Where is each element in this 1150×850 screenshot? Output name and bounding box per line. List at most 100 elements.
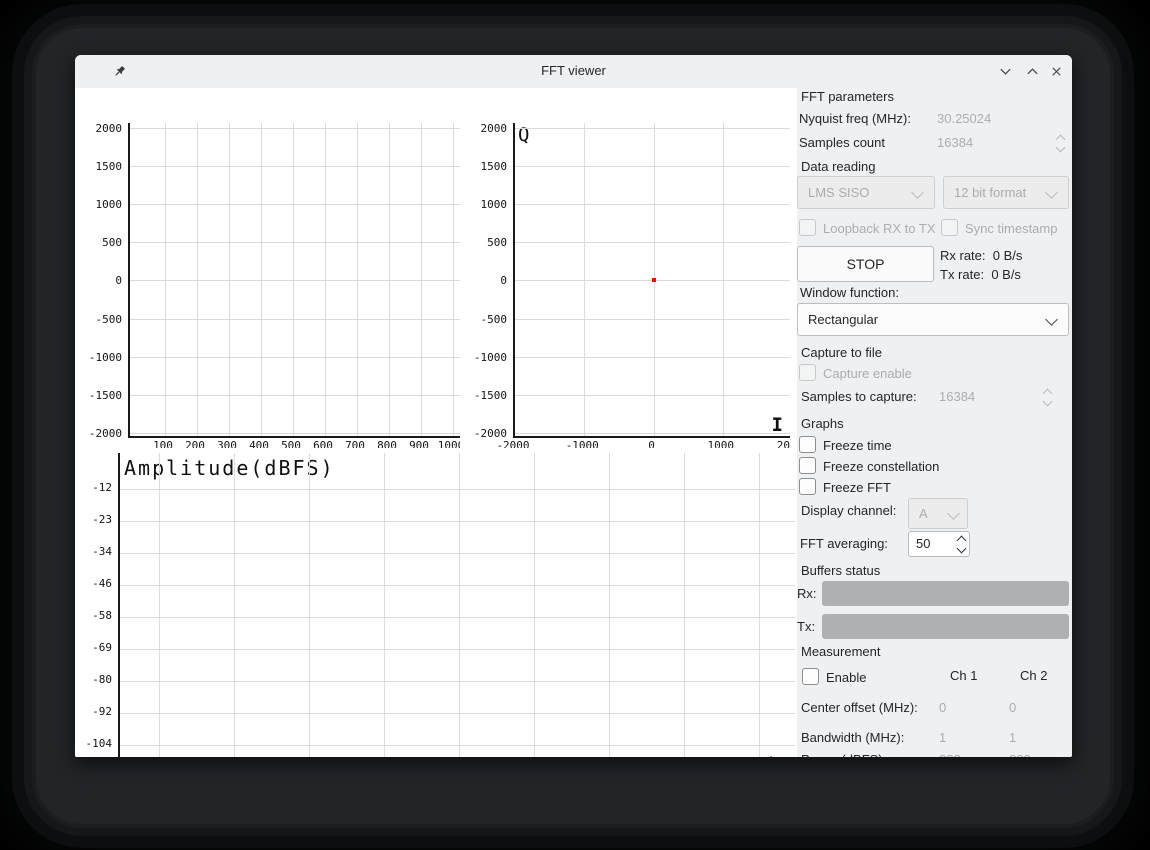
checkbox-icon[interactable] — [802, 668, 819, 685]
checkbox-icon[interactable] — [799, 436, 816, 453]
fft-averaging-label: FFT averaging: — [800, 536, 888, 551]
rx-buffer-progress — [822, 581, 1069, 606]
h-gridline — [130, 280, 460, 282]
v-gridline — [293, 123, 294, 436]
v-gridline — [234, 453, 235, 757]
y-tick-label: 2000 — [95, 123, 123, 135]
fft-averaging-spinner[interactable] — [955, 533, 969, 555]
h-gridline — [515, 394, 790, 396]
checkbox-icon — [799, 364, 816, 381]
iq-x-axis: 100 200 300 400 500 600 700 800 900 1000 — [128, 439, 460, 448]
v-gridline — [609, 453, 610, 757]
loopback-checkbox: Loopback RX to TX — [799, 219, 936, 236]
y-tick-label: -80 — [92, 673, 112, 686]
x-tick-label: 800 — [377, 439, 397, 448]
y-tick-label: -500 — [95, 312, 123, 326]
samples-to-capture-value: 16384 — [939, 389, 976, 404]
fft-plot-grid: Amplitude(dBFS) Frequency(MHz) — [118, 453, 795, 757]
h-gridline — [515, 128, 790, 129]
tx-buffer-label: Tx: — [797, 619, 816, 634]
v-gridline — [229, 123, 230, 436]
v-gridline — [684, 453, 685, 757]
h-gridline — [130, 394, 460, 396]
iq-samples-plot: IQ samples 2000150010005000-500-1000-150… — [83, 123, 460, 448]
h-gridline — [120, 617, 795, 618]
h-gridline — [515, 204, 790, 206]
maximize-icon[interactable] — [1025, 64, 1040, 79]
v-gridline — [197, 123, 198, 436]
x-tick-label: 400 — [249, 439, 269, 448]
samples-to-capture-spinner — [1041, 386, 1055, 408]
fft-plot: FFT -12-23-34-46-58-69-80-92-104 Amplitu… — [83, 451, 795, 757]
h-gridline — [515, 242, 790, 244]
control-panel: FFT parameters Nyquist freq (MHz): 30.25… — [797, 88, 1072, 757]
format-select-value: 12 bit format — [954, 185, 1027, 200]
y-tick-label: 0 — [500, 274, 507, 288]
tx-buffer-progress — [822, 614, 1069, 639]
v-gridline — [159, 453, 160, 757]
h-gridline — [515, 166, 790, 168]
rx-buffer-label: Rx: — [797, 586, 817, 601]
x-tick-label: 1000 — [707, 439, 735, 448]
samples-count-label: Samples count — [799, 135, 885, 150]
center-offset-ch2: 0 — [1009, 700, 1017, 715]
v-gridline — [759, 453, 760, 757]
nyquist-value: 30.25024 — [937, 111, 992, 126]
chevron-down-icon — [911, 186, 924, 199]
h-gridline — [120, 681, 795, 682]
h-gridline — [130, 204, 460, 206]
h-gridline — [120, 713, 795, 714]
center-offset-label: Center offset (MHz): — [801, 700, 918, 715]
checkbox-icon — [799, 219, 816, 236]
display-channel-select: A — [908, 498, 968, 529]
y-tick-label: -12 — [92, 481, 112, 494]
freeze-time-checkbox[interactable]: Freeze time — [799, 436, 892, 453]
y-tick-label: -58 — [92, 609, 112, 622]
y-tick-label: -1500 — [88, 388, 122, 402]
checkbox-icon — [941, 219, 958, 236]
checkbox-icon[interactable] — [799, 478, 816, 495]
iq-y-axis: 2000 1500 1000 500 0 -500 -1000 -1500 -2000 — [83, 123, 126, 448]
center-offset-row: Center offset (MHz): 0 0 — [801, 700, 1069, 715]
section-graphs: Graphs — [801, 416, 844, 431]
section-capture: Capture to file — [801, 345, 882, 360]
x-tick-label: 700 — [345, 439, 365, 448]
v-gridline — [325, 123, 326, 436]
nyquist-label: Nyquist freq (MHz): — [799, 111, 911, 126]
checkbox-icon[interactable] — [799, 457, 816, 474]
i-versus-q-plot: I versus Q 2000150010005000-500-1000-150… — [464, 123, 790, 448]
display-channel-label: Display channel: — [801, 503, 897, 518]
window-function-select[interactable]: Rectangular — [797, 303, 1069, 336]
rx-rate-value: 0 B/s — [992, 248, 1023, 263]
v-gridline — [421, 123, 422, 436]
bandwidth-ch1: 1 — [939, 730, 947, 745]
measurement-enable-checkbox[interactable]: Enable — [802, 668, 866, 685]
plots-area: IQ samples 2000150010005000-500-1000-150… — [75, 88, 797, 757]
titlebar[interactable]: FFT viewer — [75, 55, 1072, 88]
fft-y-axis: -12 -23 -34 -46 -58 -69 -80 -92 -104 — [83, 451, 116, 757]
freeze-fft-checkbox[interactable]: Freeze FFT — [799, 478, 891, 495]
y-tick-label: -23 — [92, 513, 112, 526]
device-select: LMS SISO — [797, 176, 935, 209]
center-offset-ch1: 0 — [939, 700, 947, 715]
loopback-label: Loopback RX to TX — [823, 221, 936, 236]
x-tick-label: 2000 — [776, 439, 790, 448]
fft-averaging-value: 50 — [916, 536, 931, 551]
x-tick-label: 200 — [185, 439, 205, 448]
iq-plot-grid — [128, 123, 460, 438]
h-gridline — [120, 521, 795, 522]
freeze-constellation-checkbox[interactable]: Freeze constellation — [799, 457, 939, 474]
minimize-icon[interactable] — [998, 64, 1013, 79]
y-tick-label: 1500 — [95, 160, 123, 174]
h-gridline — [130, 242, 460, 244]
stop-button[interactable]: STOP — [797, 246, 934, 282]
x-tick-label: 100 — [153, 439, 173, 448]
h-gridline — [120, 489, 795, 490]
frequency-axis-label: Frequency(MHz) — [637, 753, 795, 757]
y-tick-label: 500 — [487, 236, 507, 250]
ch2-header: Ch 2 — [1020, 668, 1048, 683]
x-tick-label: 500 — [281, 439, 301, 448]
close-icon[interactable] — [1049, 64, 1064, 79]
y-tick-label: -104 — [85, 737, 113, 750]
ivq-x-axis: -2000 -1000 0 1000 2000 — [496, 439, 790, 448]
